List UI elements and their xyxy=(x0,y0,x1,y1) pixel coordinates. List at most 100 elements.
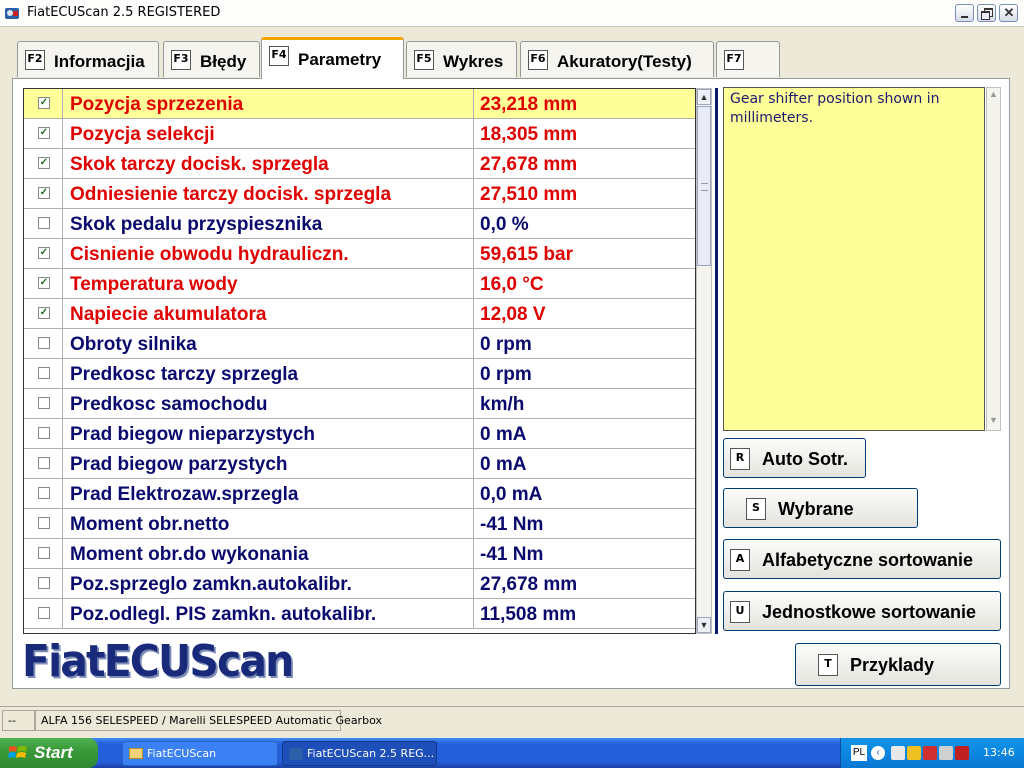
parameter-checkbox[interactable] xyxy=(38,547,50,559)
restore-button[interactable] xyxy=(977,4,996,22)
title-bar: FiatECUScan 2.5 REGISTERED ✕ xyxy=(0,0,1024,27)
parameter-checkbox[interactable] xyxy=(38,487,50,499)
close-button[interactable]: ✕ xyxy=(999,4,1018,22)
minimize-icon xyxy=(961,16,968,18)
parameter-checkbox[interactable] xyxy=(38,217,50,229)
parameter-name: Obroty silnika xyxy=(70,334,197,355)
tab-label: Wykres xyxy=(443,52,504,71)
taskbar-item-label: FiatECUScan 2.5 REG... xyxy=(307,747,435,760)
warning-icon[interactable] xyxy=(891,746,905,760)
parameter-checkbox[interactable]: ✓ xyxy=(38,277,50,289)
start-label: Start xyxy=(34,743,73,762)
parameter-row[interactable]: Poz.sprzeglo zamkn.autokalibr. 27,678 mm xyxy=(24,569,695,599)
parameter-value: 27,510 mm xyxy=(480,184,578,205)
parameter-checkbox[interactable] xyxy=(38,367,50,379)
parameter-value: 12,08 V xyxy=(480,304,546,325)
parameter-description: Gear shifter position shown in millimete… xyxy=(723,87,985,431)
parameter-name: Poz.sprzeglo zamkn.autokalibr. xyxy=(70,574,352,595)
close-icon: ✕ xyxy=(1003,5,1015,20)
parameter-name: Skok tarczy docisk. sprzegla xyxy=(70,154,329,175)
scroll-up-button[interactable]: ▲ xyxy=(697,89,711,105)
description-scrollbar[interactable]: ▲ ▼ xyxy=(986,87,1001,431)
scroll-thumb[interactable] xyxy=(697,106,711,266)
parameter-checkbox[interactable] xyxy=(38,577,50,589)
parameter-name: Cisnienie obwodu hydrauliczn. xyxy=(70,244,349,265)
parameter-name: Moment obr.netto xyxy=(70,514,230,535)
status-vehicle-info: ALFA 156 SELESPEED / Marelli SELESPEED A… xyxy=(35,710,382,731)
network-icon[interactable] xyxy=(907,746,921,760)
shield-icon[interactable] xyxy=(955,746,969,760)
parameter-checkbox[interactable] xyxy=(38,337,50,349)
parameter-value: 0 rpm xyxy=(480,364,532,385)
parameter-row[interactable]: Poz.odlegl. PIS zamkn. autokalibr. 11,508… xyxy=(24,599,695,629)
parameter-name: Odniesienie tarczy docisk. sprzegla xyxy=(70,184,392,205)
parameter-row[interactable]: Skok pedalu przyspiesznika 0,0 % xyxy=(24,209,695,239)
parameter-grid[interactable]: ✓ Pozycja sprzezenia 23,218 mm ✓ Pozycja sel… xyxy=(23,88,696,634)
parameter-row[interactable]: ✓ Cisnienie obwodu hydrauliczn. 59,615 bar xyxy=(24,239,695,269)
unit-sort-label: Jednostkowe sortowanie xyxy=(762,602,977,622)
tab-label: Akuratory(Testy) xyxy=(557,52,692,71)
tab-informacjia[interactable]: F2 Informacjia xyxy=(17,41,159,77)
tab-bledy[interactable]: F3 Błędy xyxy=(163,41,260,77)
parameter-name: Temperatura wody xyxy=(70,274,238,295)
parameter-row[interactable]: Moment obr.do wykonania -41 Nm xyxy=(24,539,695,569)
parameter-checkbox[interactable] xyxy=(38,397,50,409)
panel-divider[interactable] xyxy=(715,88,718,634)
app-icon xyxy=(289,748,303,760)
parameter-checkbox[interactable]: ✓ xyxy=(38,187,50,199)
parameter-checkbox[interactable]: ✓ xyxy=(38,97,50,109)
selected-button[interactable]: S Wybrane xyxy=(723,488,918,528)
parameter-row[interactable]: Moment obr.netto -41 Nm xyxy=(24,509,695,539)
parameter-checkbox[interactable]: ✓ xyxy=(38,247,50,259)
parameter-row[interactable]: Predkosc samochodu km/h xyxy=(24,389,695,419)
parameter-row[interactable]: ✓ Pozycja selekcji 18,305 mm xyxy=(24,119,695,149)
tool-icon[interactable] xyxy=(939,746,953,760)
examples-button[interactable]: T Przyklady xyxy=(795,643,1001,686)
tab-f7[interactable]: F7 xyxy=(716,41,780,77)
chevron-left-icon[interactable]: ‹ xyxy=(871,746,885,760)
status-bar: -- ALFA 156 SELESPEED / Marelli SELESPEE… xyxy=(0,706,1024,734)
parameter-checkbox[interactable]: ✓ xyxy=(38,307,50,319)
parameter-row[interactable]: ✓ Temperatura wody 16,0 °C xyxy=(24,269,695,299)
taskbar-item-folder[interactable]: FiatECUScan xyxy=(122,741,278,766)
parameter-row[interactable]: ✓ Odniesienie tarczy docisk. sprzegla 27,5… xyxy=(24,179,695,209)
auto-sort-button[interactable]: R Auto Sotr. xyxy=(723,438,866,478)
start-button[interactable]: Start xyxy=(0,738,98,768)
parameter-row[interactable]: Predkosc tarczy sprzegla 0 rpm xyxy=(24,359,695,389)
grid-scrollbar[interactable]: ▲ ▼ xyxy=(696,88,712,634)
unit-sort-button[interactable]: U Jednostkowe sortowanie xyxy=(723,591,1001,631)
parameter-name: Pozycja selekcji xyxy=(70,124,215,145)
tab-akuratory[interactable]: F6 Akuratory(Testy) xyxy=(520,41,714,77)
parameter-row[interactable]: ✓ Pozycja sprzezenia 23,218 mm xyxy=(24,89,695,119)
parameter-row[interactable]: Prad biegow nieparzystych 0 mA xyxy=(24,419,695,449)
parameter-checkbox[interactable]: ✓ xyxy=(38,157,50,169)
alphabetic-sort-button[interactable]: A Alfabetyczne sortowanie xyxy=(723,539,1001,579)
minimize-button[interactable] xyxy=(955,4,974,22)
examples-label: Przyklady xyxy=(850,655,935,675)
parameter-row[interactable]: Prad Elektrozaw.sprzegla 0,0 mA xyxy=(24,479,695,509)
parameter-name: Prad biegow nieparzystych xyxy=(70,424,315,445)
parameter-checkbox[interactable] xyxy=(38,457,50,469)
parameter-row[interactable]: Obroty silnika 0 rpm xyxy=(24,329,695,359)
u-key-icon: U xyxy=(730,601,750,623)
scroll-down-button[interactable]: ▼ xyxy=(697,617,711,633)
parameter-value: 23,218 mm xyxy=(480,94,578,115)
parameter-checkbox[interactable]: ✓ xyxy=(38,127,50,139)
parameter-row[interactable]: Prad biegow parzystych 0 mA xyxy=(24,449,695,479)
parameter-value: 11,508 mm xyxy=(480,604,577,625)
folder-icon xyxy=(129,748,143,759)
parameter-checkbox[interactable] xyxy=(38,517,50,529)
tab-parametry[interactable]: F4 Parametry xyxy=(261,37,404,79)
parameter-value: 0 mA xyxy=(480,424,527,445)
taskbar-item-fiatecuscan[interactable]: FiatECUScan 2.5 REG... xyxy=(282,741,437,766)
parameter-checkbox[interactable] xyxy=(38,607,50,619)
alphabetic-sort-label: Alfabetyczne sortowanie xyxy=(762,550,974,570)
parameter-row[interactable]: ✓ Napiecie akumulatora 12,08 V xyxy=(24,299,695,329)
tab-label: Błędy xyxy=(200,52,247,71)
app-icon xyxy=(5,8,19,19)
antivirus-icon[interactable] xyxy=(923,746,937,760)
language-indicator[interactable]: PL xyxy=(851,745,867,761)
parameter-checkbox[interactable] xyxy=(38,427,50,439)
tab-wykres[interactable]: F5 Wykres xyxy=(406,41,517,77)
parameter-row[interactable]: ✓ Skok tarczy docisk. sprzegla 27,678 mm xyxy=(24,149,695,179)
